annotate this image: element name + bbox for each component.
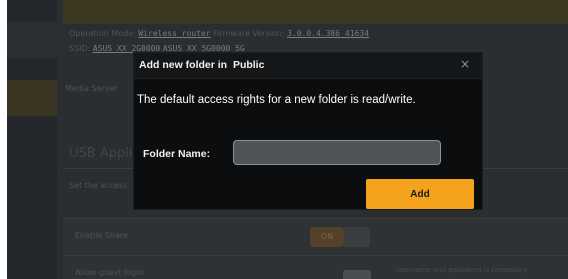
section-description: Set the access	[69, 181, 128, 190]
background-info-line-1: Operation Mode: Wireless router Firmware…	[69, 29, 369, 38]
enable-share-toggle-off[interactable]	[344, 227, 370, 247]
add-button[interactable]: Add	[366, 179, 474, 209]
ssid-label: SSID:	[69, 44, 91, 53]
guest-login-label: Allow guest login	[75, 268, 144, 277]
background-top-banner	[63, 0, 568, 24]
folder-name-label: Folder Name:	[143, 148, 211, 160]
firmware-label: Firmware Version:	[213, 29, 285, 38]
enable-share-toggle[interactable]: ON	[310, 227, 344, 247]
dialog-title: Add new folder in Public	[139, 59, 264, 71]
dialog-message: The default access rights for a new fold…	[137, 94, 416, 106]
close-icon[interactable]: ×	[458, 56, 472, 72]
enable-share-row: Enable Share ON	[63, 218, 568, 255]
background-sidebar-item	[7, 22, 57, 58]
background-sidebar-item-active	[7, 80, 57, 116]
firmware-value: 3.0.0.4.386_41634	[287, 29, 369, 38]
background-sidebar	[7, 0, 57, 279]
dialog-header: Add new folder in Public ×	[134, 53, 482, 79]
media-server-label: Media Server	[65, 84, 118, 93]
dialog-title-folder: Public	[232, 59, 265, 71]
dialog-title-prefix: Add new folder in	[139, 59, 228, 71]
folder-name-input[interactable]	[233, 140, 441, 165]
add-folder-dialog: Add new folder in Public × The default a…	[133, 52, 483, 210]
operation-mode-value: Wireless router	[138, 29, 211, 38]
enable-share-label: Enable Share	[75, 231, 128, 240]
background-footnote: Username and password is necessary	[395, 266, 528, 274]
guest-login-toggle[interactable]	[343, 270, 371, 279]
operation-mode-label: Operation Mode:	[69, 29, 136, 38]
